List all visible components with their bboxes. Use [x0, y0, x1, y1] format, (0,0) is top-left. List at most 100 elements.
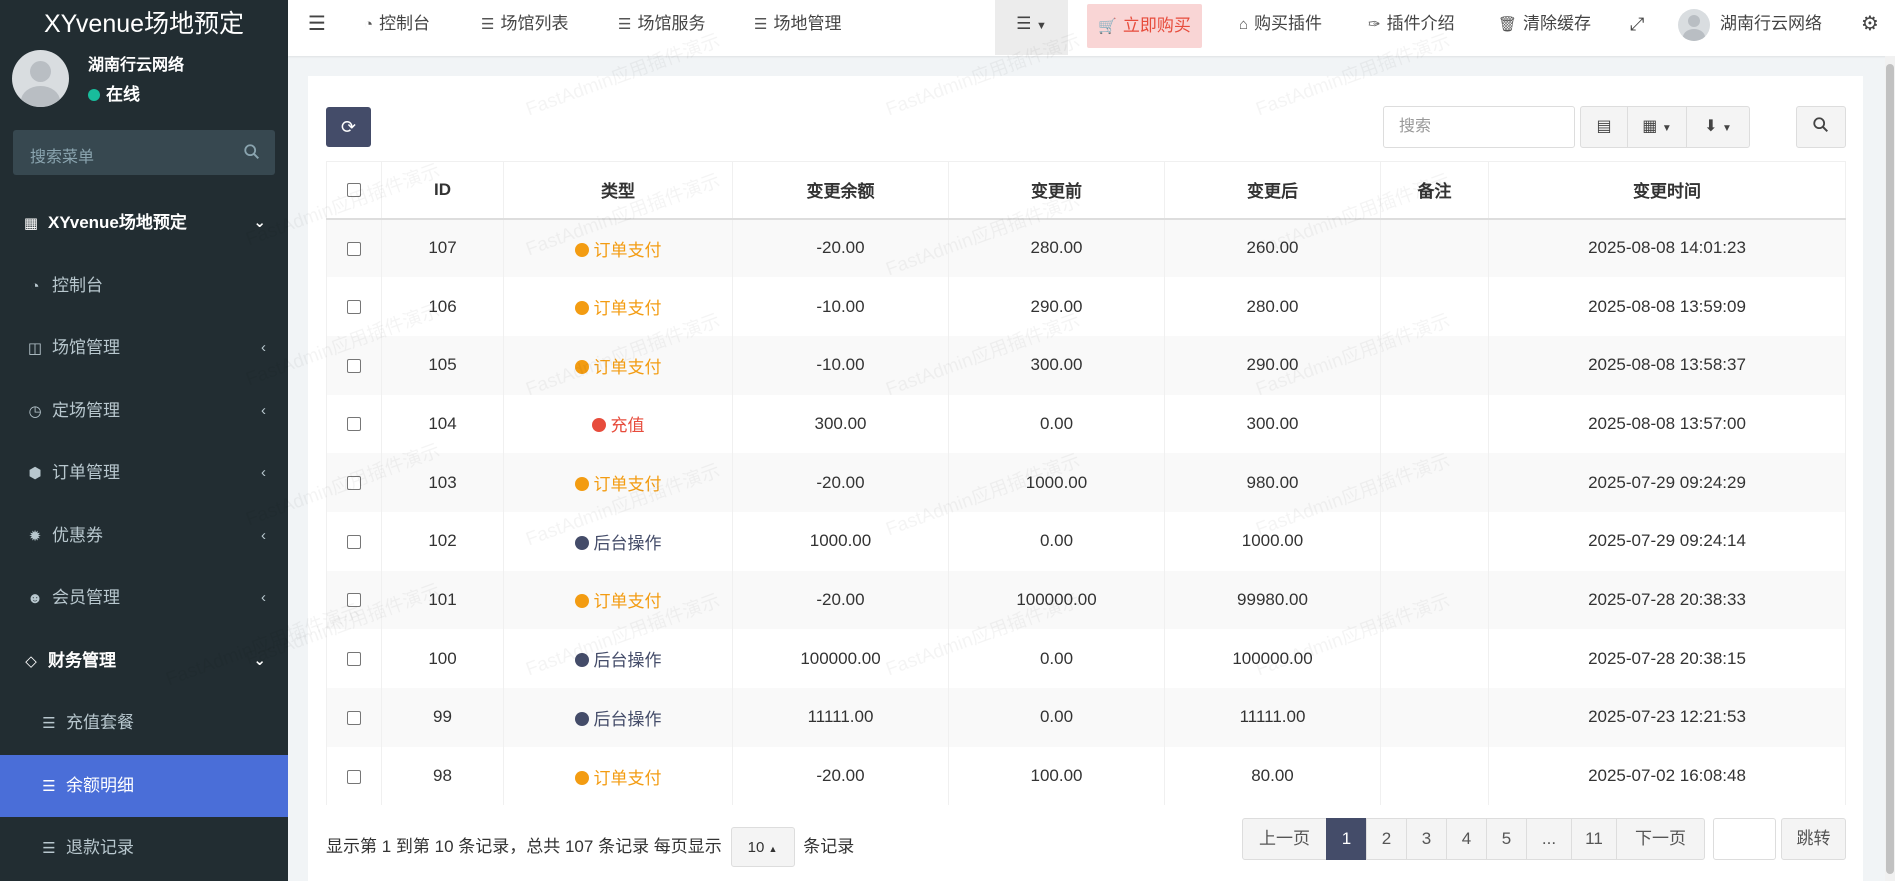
sidebar-item-xyvenue[interactable]: ▦ XYvenue场地预定 ⌄ — [0, 192, 288, 255]
row-checkbox[interactable] — [347, 652, 361, 667]
table-search-input[interactable]: 搜索 — [1383, 106, 1575, 148]
plug-icon: ✑ — [1368, 16, 1381, 33]
col-type[interactable]: 类型 — [503, 161, 733, 220]
cell-before: 290.00 — [948, 277, 1165, 336]
sidebar-item-dashboard[interactable]: ◔ 控制台 — [0, 255, 288, 318]
search-icon[interactable] — [243, 143, 261, 161]
app-logo-title[interactable]: XYvenue场地预定 — [0, 0, 288, 50]
tab-venue-service[interactable]: ☰ 场馆服务 — [618, 0, 705, 50]
buy-now-button[interactable]: 🛒 立即购买 — [1087, 4, 1202, 48]
refresh-button[interactable]: ⟳ — [326, 107, 371, 147]
clear-cache-button[interactable]: 🗑 清除缓存 — [1498, 0, 1591, 50]
user-menu[interactable]: 湖南行云网络 — [1678, 0, 1822, 50]
sidebar: XYvenue场地预定 湖南行云网络 在线 搜索菜单 ▦ XYvenue场地预定 ⌄… — [0, 0, 288, 881]
table-row[interactable]: 106 订单支付 -10.00 290.00 280.00 2025-08-08 13:5… — [326, 277, 1846, 336]
row-checkbox[interactable] — [347, 710, 361, 725]
table-row[interactable]: 100 后台操作 100000.00 0.00 100000.00 2025-07-28 … — [326, 629, 1846, 688]
list-alt-icon: ▤ — [1596, 118, 1612, 135]
buy-plugin-link[interactable]: ⌂ 购买插件 — [1239, 0, 1322, 50]
menu-toggle-icon[interactable]: ☰ — [308, 0, 326, 50]
table-header-row: ID 类型 变更余额 变更前 变更后 备注 变更时间 — [326, 161, 1846, 220]
col-time[interactable]: 变更时间 — [1488, 161, 1846, 220]
row-checkbox[interactable] — [347, 476, 361, 491]
page-scrollbar[interactable] — [1885, 56, 1895, 881]
sidebar-item-refund-records[interactable]: ☰ 退款记录 — [0, 817, 288, 880]
page-11-button[interactable]: 11 — [1571, 818, 1617, 860]
cell-after: 100000.00 — [1164, 629, 1381, 688]
page-5-button[interactable]: 5 — [1486, 818, 1527, 860]
status-dot-icon — [574, 359, 589, 374]
plugin-intro-link[interactable]: ✑ 插件介绍 — [1368, 0, 1455, 50]
cell-change: -20.00 — [732, 218, 949, 278]
topbar: ☰ ◔ 控制台 ☰ 场馆列表 ☰ 场馆服务 ☰ 场地管理 ☰ ▼ 🛒 立即购买 ⌂ 购买插件… — [288, 0, 1895, 56]
col-memo[interactable]: 备注 — [1380, 161, 1489, 220]
advanced-search-button[interactable] — [1796, 106, 1846, 148]
sidebar-item-venue-mgmt[interactable]: ◫ 场馆管理 ‹ — [0, 317, 288, 380]
row-checkbox[interactable] — [347, 241, 361, 256]
page-1-button[interactable]: 1 — [1326, 818, 1367, 860]
cell-change: 300.00 — [732, 394, 949, 454]
scrollbar-thumb[interactable] — [1886, 64, 1894, 874]
select-all-checkbox[interactable] — [347, 183, 361, 198]
page-3-button[interactable]: 3 — [1406, 818, 1447, 860]
next-page-button[interactable]: 下一页 — [1616, 818, 1705, 860]
jump-page-input[interactable] — [1713, 818, 1776, 860]
table-row[interactable]: 101 订单支付 -20.00 100000.00 99980.00 2025-07-28… — [326, 570, 1846, 630]
sidebar-item-coupons[interactable]: ✹ 优惠券 ‹ — [0, 505, 288, 568]
row-checkbox[interactable] — [347, 358, 361, 373]
more-tabs-dropdown[interactable]: ☰ ▼ — [995, 0, 1068, 55]
table-row[interactable]: 104 充值 300.00 0.00 300.00 2025-08-08 13:57:00 — [326, 394, 1846, 454]
avatar — [12, 50, 69, 107]
home-icon: ⌂ — [1239, 16, 1249, 33]
page-4-button[interactable]: 4 — [1446, 818, 1487, 860]
tab-field-mgmt[interactable]: ☰ 场地管理 — [754, 0, 841, 50]
sidebar-item-recharge-packages[interactable]: ☰ 充值套餐 — [0, 692, 288, 755]
tab-venue-list[interactable]: ☰ 场馆列表 — [481, 0, 568, 50]
sidebar-search-placeholder: 搜索菜单 — [30, 149, 95, 166]
col-after[interactable]: 变更后 — [1164, 161, 1381, 220]
table-row[interactable]: 102 后台操作 1000.00 0.00 1000.00 2025-07-29 09:2… — [326, 511, 1846, 571]
table-row[interactable]: 99 后台操作 11111.00 0.00 11111.00 2025-07-23 12:… — [326, 688, 1846, 747]
sidebar-item-booking-mgmt[interactable]: ◷ 定场管理 ‹ — [0, 380, 288, 443]
type-badge: 订单支付 — [574, 592, 662, 612]
row-checkbox[interactable] — [347, 534, 361, 549]
type-label: 充值 — [610, 416, 645, 436]
sidebar-item-balance-detail[interactable]: ☰ 余额明细 — [0, 754, 288, 817]
columns-button[interactable]: ▦ ▼ — [1627, 106, 1687, 148]
sidebar-item-order-mgmt[interactable]: ⬢ 订单管理 ‹ — [0, 442, 288, 505]
table-row[interactable]: 105 订单支付 -10.00 300.00 290.00 2025-08-08 13:5… — [326, 335, 1846, 395]
row-checkbox[interactable] — [347, 769, 361, 784]
sidebar-search-input[interactable]: 搜索菜单 — [13, 130, 275, 175]
row-checkbox[interactable] — [347, 300, 361, 315]
toggle-view-button[interactable]: ▤ — [1580, 106, 1628, 148]
tab-label: 场地管理 — [773, 14, 842, 33]
sidebar-item-label: 定场管理 — [52, 400, 120, 420]
sidebar-item-label: 控制台 — [52, 275, 103, 295]
row-checkbox[interactable] — [347, 417, 361, 432]
cell-change: 1000.00 — [732, 511, 949, 571]
fullscreen-icon[interactable]: ⤢ — [1630, 0, 1644, 50]
tab-dashboard[interactable]: ◔ 控制台 — [364, 0, 430, 50]
table-row[interactable]: 98 订单支付 -20.00 100.00 80.00 2025-07-02 16:08:… — [326, 746, 1846, 806]
col-before[interactable]: 变更前 — [948, 161, 1165, 220]
col-change[interactable]: 变更余额 — [732, 161, 949, 220]
col-id[interactable]: ID — [381, 161, 504, 220]
cell-id: 98 — [381, 746, 504, 806]
table-row[interactable]: 107 订单支付 -20.00 280.00 260.00 2025-08-08 14:0… — [326, 218, 1846, 278]
table-row[interactable]: 103 订单支付 -20.00 1000.00 980.00 2025-07-29 09:… — [326, 453, 1846, 512]
row-checkbox[interactable] — [347, 593, 361, 608]
type-label: 订单支付 — [593, 592, 662, 612]
page-2-button[interactable]: 2 — [1366, 818, 1407, 860]
gear-icon[interactable]: ⚙ — [1861, 0, 1879, 50]
prev-page-button[interactable]: 上一页 — [1242, 818, 1327, 860]
type-badge: 后台操作 — [574, 651, 662, 670]
cell-id: 100 — [381, 629, 504, 688]
status-dot-icon — [574, 477, 589, 492]
search-icon — [1813, 117, 1829, 133]
sidebar-item-finance[interactable]: ◇ 财务管理 ⌄ — [0, 630, 288, 693]
ticket-icon: ✹ — [28, 527, 42, 545]
sidebar-item-members[interactable]: ☻ 会员管理 ‹ — [0, 567, 288, 630]
export-button[interactable]: ⬇ ▼ — [1686, 106, 1750, 148]
cell-type: 订单支付 — [503, 453, 733, 512]
jump-button[interactable]: 跳转 — [1781, 818, 1846, 860]
